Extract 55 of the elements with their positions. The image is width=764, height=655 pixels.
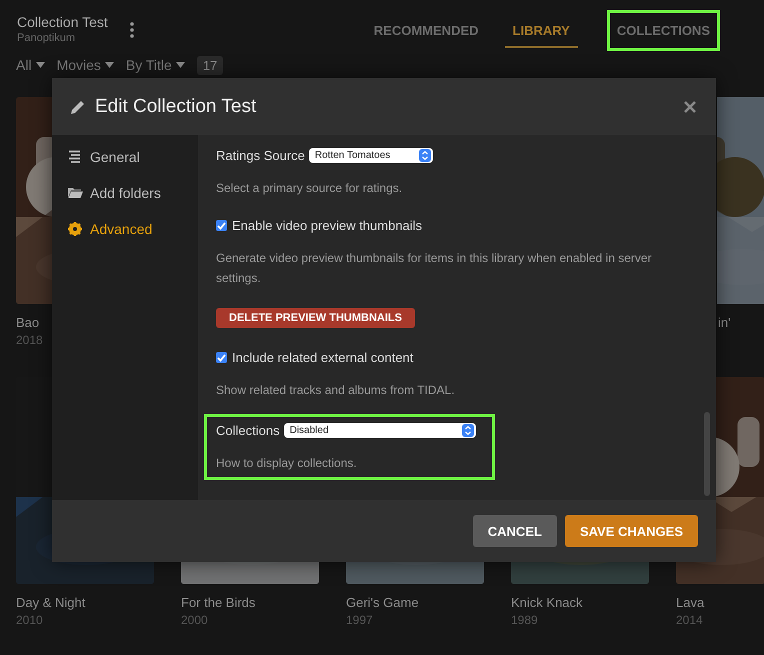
movie-year: 1997 bbox=[346, 613, 374, 627]
filter-dropdown[interactable]: All bbox=[16, 57, 45, 73]
movie-title: Bao bbox=[16, 315, 40, 330]
checkbox-label: Enable video preview thumbnails bbox=[232, 218, 422, 233]
help-text: How to display collections. bbox=[216, 455, 358, 472]
select-dropdown[interactable]: Disabled bbox=[284, 423, 476, 438]
setting-label: Ratings Source bbox=[216, 148, 305, 163]
movie-year: 2014 bbox=[676, 613, 704, 627]
movie-title: Knick Knack bbox=[511, 595, 584, 610]
sidebar-item[interactable]: General bbox=[68, 147, 198, 167]
caret-icon bbox=[176, 62, 185, 68]
caret-icon bbox=[36, 62, 45, 68]
help-text: Show related tracks and albums from TIDAL. bbox=[216, 382, 455, 399]
more-icon[interactable] bbox=[130, 22, 134, 38]
library-title: Collection Test bbox=[17, 14, 108, 30]
nav-tab[interactable]: LIBRARY bbox=[504, 13, 578, 48]
stepper-icon bbox=[462, 424, 474, 437]
sidebar-item[interactable]: Add folders bbox=[68, 183, 198, 203]
check-icon bbox=[217, 354, 226, 362]
filter-dropdown[interactable]: Movies bbox=[56, 57, 114, 73]
checkbox-label: Include related external content bbox=[232, 350, 414, 365]
dialog-title: Edit Collection Test bbox=[95, 96, 256, 118]
movie-title: For the Birds bbox=[181, 595, 256, 610]
setting-label: Collections bbox=[216, 423, 280, 438]
scrollbar-thumb[interactable] bbox=[704, 412, 710, 496]
select-dropdown[interactable]: Rotten Tomatoes bbox=[308, 148, 433, 163]
checkbox[interactable] bbox=[216, 220, 227, 231]
list-icon bbox=[68, 150, 83, 164]
nav-tab[interactable]: RECOMMENDED bbox=[374, 13, 479, 48]
close-icon[interactable] bbox=[684, 100, 696, 112]
nav-tab[interactable]: COLLECTIONS bbox=[616, 13, 710, 48]
movie-title: Geri's Game bbox=[346, 595, 420, 610]
folder-icon bbox=[68, 186, 83, 200]
item-count: 17 bbox=[196, 56, 224, 74]
pencil-icon bbox=[70, 98, 86, 114]
check-icon bbox=[217, 222, 226, 230]
help-text: Generate video preview thumbnails for items in this library when enabled in server settings. bbox=[216, 250, 653, 287]
caret-icon bbox=[104, 62, 114, 68]
movie-year: 2010 bbox=[16, 613, 44, 627]
movie-year: 2018 bbox=[16, 333, 44, 347]
filter-dropdown[interactable]: By Title bbox=[126, 57, 185, 73]
cancel-button[interactable]: CANCEL bbox=[472, 515, 557, 547]
stepper-icon bbox=[418, 149, 431, 162]
movie-title: Day & Night bbox=[16, 595, 86, 610]
checkbox[interactable] bbox=[216, 352, 227, 363]
movie-title: Lava bbox=[676, 595, 706, 610]
movie-title: in' bbox=[717, 315, 732, 330]
server-name: Panoptikum bbox=[17, 32, 76, 44]
sidebar-item[interactable]: Advanced bbox=[68, 219, 198, 239]
movie-year: 2000 bbox=[181, 613, 209, 627]
gear-icon bbox=[68, 222, 83, 236]
save-button[interactable]: SAVE CHANGES bbox=[564, 515, 698, 547]
movie-year: 1989 bbox=[511, 613, 539, 627]
help-text: Select a primary source for ratings. bbox=[216, 180, 404, 197]
delete-button[interactable]: DELETE PREVIEW THUMBNAILS bbox=[216, 308, 415, 328]
